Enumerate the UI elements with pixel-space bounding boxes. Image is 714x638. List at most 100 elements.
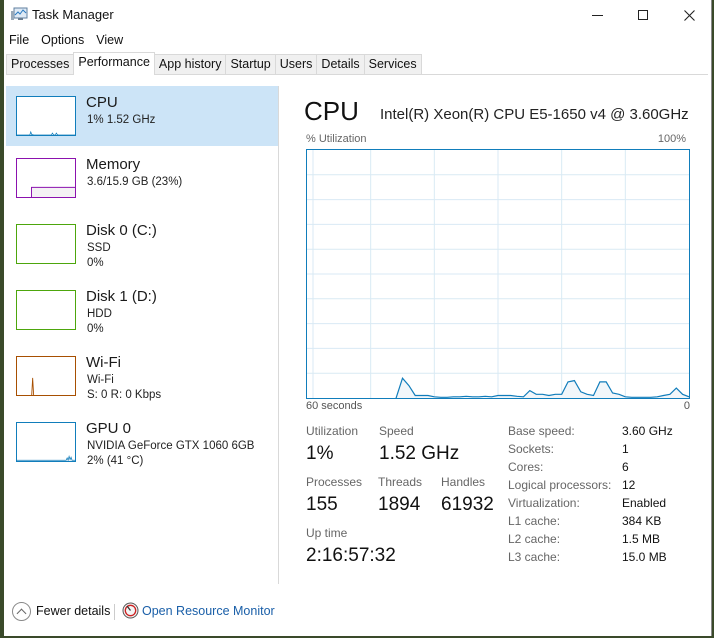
tab-processes[interactable]: Processes bbox=[6, 54, 75, 74]
tab-performance[interactable]: Performance bbox=[73, 52, 155, 75]
tab-bar: Processes Performance App history Startu… bbox=[6, 52, 708, 75]
handles-value: 61932 bbox=[441, 494, 494, 515]
threads-value: 1894 bbox=[378, 494, 421, 515]
detail-value: 1.5 MB bbox=[622, 532, 661, 546]
uptime-label: Up time bbox=[306, 526, 348, 540]
tab-users[interactable]: Users bbox=[274, 54, 318, 74]
sidebar-item-type: Wi-Fi bbox=[87, 374, 114, 386]
cpu-utilization-graph bbox=[306, 149, 690, 399]
tab-app-history[interactable]: App history bbox=[153, 54, 227, 74]
close-icon bbox=[683, 9, 695, 21]
thumbnail-line bbox=[17, 130, 75, 135]
detail-value: 12 bbox=[622, 478, 636, 492]
menu-bar: File Options View bbox=[4, 30, 130, 52]
performance-sidebar: CPU 1% 1.52 GHz Memory 3.6/15.9 GB (23%)… bbox=[6, 86, 278, 478]
minimize-icon bbox=[591, 14, 603, 16]
cpu-thumbnail-graph bbox=[16, 96, 76, 136]
menu-file[interactable]: File bbox=[4, 30, 36, 52]
minimize-button[interactable] bbox=[574, 0, 620, 30]
memory-thumbnail-graph bbox=[16, 158, 76, 198]
disk1-thumbnail-graph bbox=[16, 290, 76, 330]
detail-value: Enabled bbox=[622, 496, 667, 510]
detail-key: Cores: bbox=[508, 460, 544, 474]
sidebar-item-disk-0[interactable]: Disk 0 (C:) SSD 0% bbox=[6, 214, 278, 278]
detail-key: L2 cache: bbox=[508, 532, 561, 546]
maximize-icon bbox=[638, 10, 648, 20]
sidebar-item-detail: 2% (41 °C) bbox=[87, 455, 144, 467]
processor-name: Intel(R) Xeon(R) CPU E5-1650 v4 @ 3.60GH… bbox=[380, 106, 689, 123]
detail-key: Sockets: bbox=[508, 442, 555, 456]
processes-value: 155 bbox=[306, 494, 338, 515]
utilization-label: Utilization bbox=[306, 424, 359, 438]
detail-value: 6 bbox=[622, 460, 629, 474]
gpu-thumbnail-graph bbox=[16, 422, 76, 462]
sidebar-item-title: Disk 1 (D:) bbox=[86, 288, 157, 305]
detail-key: L1 cache: bbox=[508, 514, 561, 528]
sidebar-item-cpu[interactable]: CPU 1% 1.52 GHz bbox=[6, 86, 278, 146]
graph-max-label: 100% bbox=[657, 133, 686, 145]
resource-monitor-icon bbox=[122, 602, 139, 619]
speed-value: 1.52 GHz bbox=[379, 443, 460, 464]
sidebar-item-title: Disk 0 (C:) bbox=[86, 222, 157, 239]
task-manager-icon bbox=[11, 7, 28, 20]
sidebar-item-detail: 0% bbox=[87, 257, 104, 269]
thumbnail-line bbox=[17, 455, 75, 461]
graph-y-label: % Utilization bbox=[306, 133, 367, 145]
page-title: CPU bbox=[304, 96, 359, 126]
sidebar-item-title: GPU 0 bbox=[86, 420, 132, 437]
detail-value: 15.0 MB bbox=[622, 550, 667, 564]
detail-key: Virtualization: bbox=[508, 496, 580, 510]
graph-time-label: 60 seconds bbox=[306, 400, 363, 412]
tab-details[interactable]: Details bbox=[316, 54, 365, 74]
graph-zero-label: 0 bbox=[683, 400, 690, 412]
detail-key: Logical processors: bbox=[508, 478, 612, 492]
chevron-up-icon[interactable] bbox=[12, 602, 31, 621]
disk0-thumbnail-graph bbox=[16, 224, 76, 264]
tab-startup[interactable]: Startup bbox=[225, 54, 276, 74]
footer-divider bbox=[114, 604, 115, 620]
menu-view[interactable]: View bbox=[91, 30, 130, 52]
sidebar-item-memory[interactable]: Memory 3.6/15.9 GB (23%) bbox=[6, 148, 278, 212]
tab-services[interactable]: Services bbox=[363, 54, 422, 74]
detail-value: 3.60 GHz bbox=[622, 424, 673, 438]
wifi-spike bbox=[31, 377, 35, 395]
fewer-details-button[interactable]: Fewer details bbox=[36, 604, 110, 618]
speed-label: Speed bbox=[379, 424, 414, 438]
sidebar-item-title: Wi-Fi bbox=[86, 354, 121, 371]
sidebar-item-detail: 0% bbox=[87, 323, 104, 335]
sidebar-item-detail: 1% 1.52 GHz bbox=[87, 114, 156, 126]
maximize-button[interactable] bbox=[620, 0, 666, 30]
title-bar[interactable]: Task Manager bbox=[4, 0, 711, 30]
sidebar-item-detail: 3.6/15.9 GB (23%) bbox=[87, 176, 183, 188]
thumbnail-area bbox=[17, 131, 75, 135]
open-resource-monitor-link[interactable]: Open Resource Monitor bbox=[142, 604, 275, 618]
menu-options[interactable]: Options bbox=[36, 30, 91, 52]
memory-area bbox=[31, 187, 75, 197]
detail-value: 384 KB bbox=[622, 514, 662, 528]
task-manager-window: Task Manager File Options View Processes… bbox=[4, 0, 712, 636]
processes-label: Processes bbox=[306, 475, 363, 489]
detail-value: 1 bbox=[622, 442, 629, 456]
threads-label: Threads bbox=[378, 475, 423, 489]
sidebar-item-detail: S: 0 R: 0 Kbps bbox=[87, 389, 162, 401]
sidebar-item-title: CPU bbox=[86, 94, 118, 111]
footer-bar: Fewer details Open Resource Monitor bbox=[4, 594, 711, 630]
panel-divider[interactable] bbox=[278, 86, 279, 584]
detail-key: Base speed: bbox=[508, 424, 575, 438]
cpu-detail-panel: CPU Intel(R) Xeon(R) CPU E5-1650 v4 @ 3.… bbox=[280, 86, 710, 586]
close-button[interactable] bbox=[666, 0, 712, 30]
cpu-area-fill bbox=[396, 378, 689, 398]
uptime-value: 2:16:57:32 bbox=[306, 545, 396, 566]
sidebar-item-type: HDD bbox=[87, 308, 112, 320]
window-title: Task Manager bbox=[32, 7, 114, 22]
utilization-value: 1% bbox=[306, 443, 334, 464]
sidebar-item-title: Memory bbox=[86, 156, 141, 173]
detail-key: L3 cache: bbox=[508, 550, 561, 564]
sidebar-item-gpu-0[interactable]: GPU 0 NVIDIA GeForce GTX 1060 6GB 2% (41… bbox=[6, 412, 278, 476]
handles-label: Handles bbox=[441, 475, 486, 489]
sidebar-item-disk-1[interactable]: Disk 1 (D:) HDD 0% bbox=[6, 280, 278, 344]
sidebar-item-type: SSD bbox=[87, 242, 111, 254]
sidebar-item-wifi[interactable]: Wi-Fi Wi-Fi S: 0 R: 0 Kbps bbox=[6, 346, 278, 410]
cpu-graph-svg bbox=[307, 150, 689, 398]
sidebar-item-type: NVIDIA GeForce GTX 1060 6GB bbox=[87, 440, 255, 452]
